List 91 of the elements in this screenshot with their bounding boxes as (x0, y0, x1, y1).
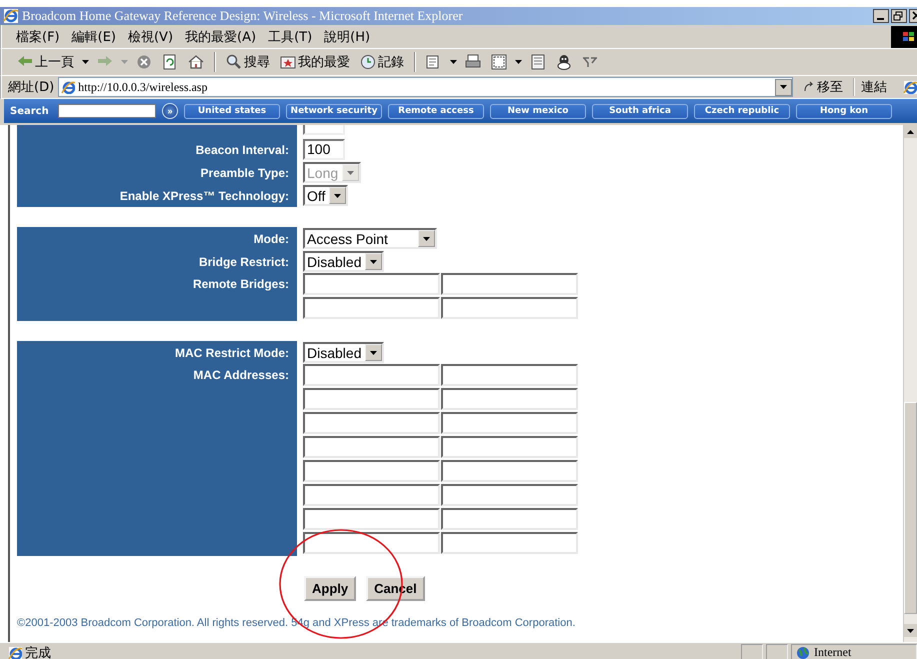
menu-item[interactable]: 我的最愛(A) (181, 26, 264, 48)
caret-icon[interactable] (369, 350, 378, 356)
link-button[interactable]: Czech republic (694, 104, 790, 118)
globe-icon (796, 646, 810, 659)
menu-item[interactable]: 檔案(F) (12, 26, 68, 48)
link-button[interactable]: Network security (286, 104, 382, 118)
address-field[interactable]: http://10.0.0.3/wireless.asp (58, 77, 793, 97)
field-label: Remote Bridges: (192, 277, 289, 291)
input-field[interactable] (441, 412, 578, 434)
input-field[interactable] (441, 364, 578, 386)
clock-icon (360, 54, 376, 70)
field-label: MAC Addresses: (193, 368, 289, 382)
search-field[interactable] (58, 104, 156, 118)
field-label: Mode: (254, 232, 289, 246)
minimize-icon[interactable] (873, 9, 889, 23)
caret-icon[interactable] (333, 192, 342, 198)
dropdown[interactable]: Disabled (303, 342, 384, 363)
apply-button[interactable]: Apply (304, 576, 356, 601)
dropdown[interactable]: Access Point (303, 228, 437, 249)
dropdown[interactable]: Disabled (303, 251, 384, 272)
field-label: MAC Restrict Mode: (174, 346, 289, 360)
input-field[interactable] (441, 532, 578, 554)
caret-icon[interactable] (369, 258, 378, 264)
restore-icon[interactable] (891, 9, 907, 23)
link-button[interactable]: New mexico (490, 104, 586, 118)
notepad-icon (530, 54, 546, 70)
links-label[interactable]: 連結 (853, 78, 899, 96)
go-arrow-icon (803, 81, 815, 93)
dropdown[interactable]: Off (303, 185, 348, 206)
menu-item[interactable]: 編輯(E) (68, 26, 124, 48)
caret-icon[interactable] (422, 236, 431, 242)
input-field[interactable] (303, 364, 440, 386)
input-field[interactable] (441, 388, 578, 410)
link-button[interactable]: United states (184, 104, 280, 118)
favorites-button[interactable]: 我的最愛 (277, 53, 353, 71)
search-icon (226, 54, 242, 70)
field-label: Beacon Interval: (196, 142, 289, 156)
url-text: http://10.0.0.3/wireless.asp (78, 80, 208, 94)
input-field[interactable] (441, 273, 578, 295)
caret-icon[interactable] (779, 84, 788, 90)
up-arrow-icon (907, 130, 914, 134)
down-arrow-icon (907, 628, 914, 632)
address-label: 網址(D) (8, 79, 54, 96)
input-field[interactable] (441, 436, 578, 458)
caret-icon (346, 170, 356, 176)
penguin-icon (556, 54, 572, 70)
input-field[interactable] (441, 508, 578, 530)
input-field[interactable] (303, 532, 440, 554)
search-button[interactable]: 搜尋 (223, 53, 273, 71)
scrollbar[interactable] (903, 125, 917, 642)
caret-icon[interactable] (449, 59, 458, 65)
zone-text: Internet (814, 645, 852, 659)
input-field[interactable] (303, 297, 440, 319)
caret-icon[interactable] (81, 59, 90, 65)
status-panel (766, 644, 788, 659)
status-text: 完成 (25, 644, 52, 659)
field-label: Preamble Type: (200, 166, 289, 180)
back-button[interactable]: 上一頁 (14, 53, 77, 71)
window-title: Broadcom Home Gateway Reference Design: Wireless - Microsoft Internet Explorer (22, 8, 464, 24)
menu-item[interactable]: 說明(H) (320, 26, 378, 48)
input-field[interactable] (303, 460, 440, 482)
input-field[interactable] (303, 388, 440, 410)
search-label: Search (10, 106, 50, 116)
input-field[interactable] (303, 273, 440, 295)
link-button[interactable]: South africa (592, 104, 688, 118)
field-label: Enable XPress™ Technology: (120, 188, 289, 202)
input-field[interactable] (303, 412, 440, 434)
go-button[interactable]: » (162, 103, 178, 119)
dropdown: Long (303, 162, 362, 183)
link-button[interactable]: Hong kon (796, 104, 892, 118)
menu-item[interactable]: 檢視(V) (124, 26, 182, 48)
go-button[interactable]: 移至 (797, 78, 849, 96)
windows-logo-icon (891, 26, 917, 48)
input-field[interactable] (303, 484, 440, 506)
status-panel (741, 644, 763, 659)
caret-icon[interactable] (514, 59, 523, 65)
link-button[interactable]: Remote access (388, 104, 484, 118)
text-field[interactable]: 100 (303, 139, 345, 160)
input-field[interactable] (441, 460, 578, 482)
input-field[interactable] (303, 508, 440, 530)
home-icon (188, 54, 204, 70)
input-field[interactable] (303, 436, 440, 458)
stop-icon (136, 54, 152, 70)
history-button[interactable]: 記錄 (357, 53, 407, 71)
star-folder-icon (280, 54, 296, 70)
menu-item[interactable]: 工具(T) (264, 26, 320, 48)
input-field[interactable] (441, 297, 578, 319)
field-label: Bridge Restrict: (198, 254, 289, 268)
printer-icon (465, 54, 481, 70)
browser-icon (3, 8, 19, 24)
input-field[interactable] (441, 484, 578, 506)
